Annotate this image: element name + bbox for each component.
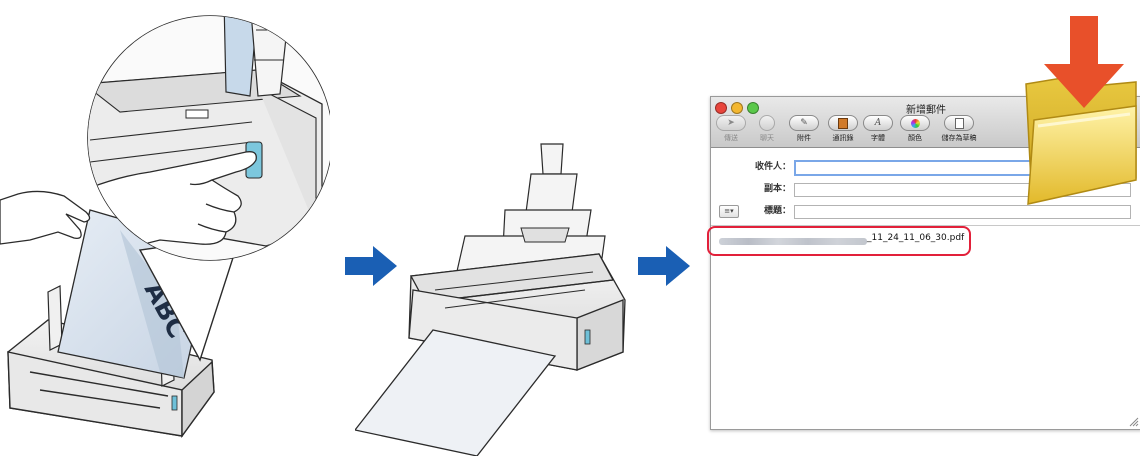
font-label: 字體 bbox=[871, 134, 885, 142]
attachment-filename[interactable]: _11_24_11_06_30.pdf bbox=[867, 233, 964, 243]
draft-icon bbox=[954, 117, 964, 129]
drop-arrow-icon bbox=[1044, 16, 1124, 108]
color-icon bbox=[910, 118, 920, 128]
save-draft-button[interactable]: 儲存為草稿 bbox=[936, 115, 982, 143]
cc-label: 副本： bbox=[763, 184, 791, 194]
color-button[interactable]: 顏色 bbox=[895, 115, 935, 143]
subject-label: 標題： bbox=[763, 206, 791, 216]
chat-label: 聊天 bbox=[760, 134, 774, 142]
attach-button[interactable]: ✎ 附件 bbox=[784, 115, 824, 143]
scanner-icon bbox=[355, 143, 626, 456]
scanner-illustration-svg: ABC bbox=[0, 15, 330, 439]
attach-icon: ✎ bbox=[800, 118, 808, 128]
attachment-highlight: _11_24_11_06_30.pdf bbox=[707, 226, 971, 256]
flow-arrow-icon bbox=[638, 246, 690, 286]
message-body[interactable] bbox=[711, 227, 1140, 427]
to-label: 收件人： bbox=[754, 162, 791, 172]
font-icon: A bbox=[874, 118, 882, 128]
resize-grip-icon[interactable] bbox=[1129, 417, 1139, 427]
address-book-label: 通訊錄 bbox=[832, 134, 854, 142]
address-book-button[interactable]: 通訊錄 bbox=[823, 115, 863, 143]
send-button[interactable]: ➤ 傳送 bbox=[711, 115, 751, 143]
attach-label: 附件 bbox=[797, 134, 811, 142]
send-icon: ➤ bbox=[727, 118, 735, 128]
chat-button[interactable]: 聊天 bbox=[747, 115, 787, 143]
color-label: 顏色 bbox=[908, 134, 922, 142]
font-button[interactable]: A 字體 bbox=[858, 115, 898, 143]
save-draft-label: 儲存為草稿 bbox=[941, 134, 977, 142]
attachment-name-blurred bbox=[719, 238, 867, 245]
subject-field[interactable] bbox=[794, 205, 1131, 219]
hand-pointer-icon bbox=[0, 190, 91, 245]
scanner-zoom-illustration: ABC bbox=[0, 0, 330, 456]
scanner-output-illustration bbox=[355, 130, 645, 456]
send-label: 傳送 bbox=[724, 134, 738, 142]
address-book-icon bbox=[838, 117, 848, 129]
